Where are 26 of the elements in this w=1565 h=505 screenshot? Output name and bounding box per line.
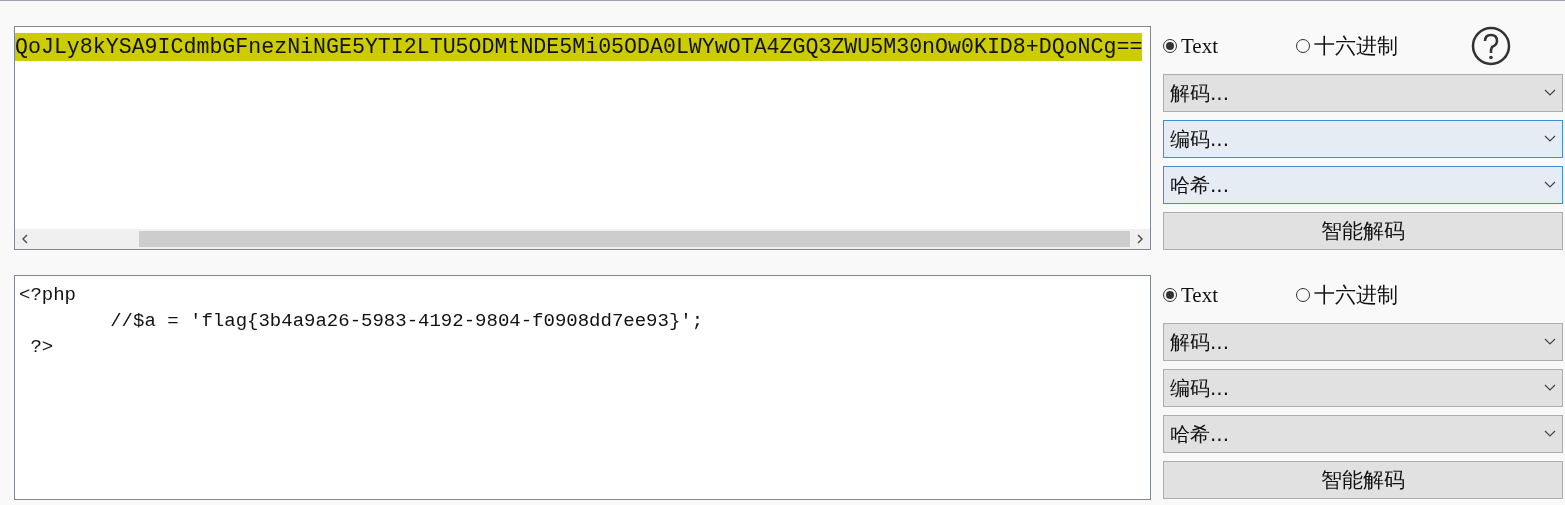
code-line: <?php	[18, 283, 76, 308]
radio-button[interactable]: 十六进制	[1296, 32, 1429, 60]
dropdown[interactable]: 解码...	[1163, 74, 1563, 112]
radio-button[interactable]: Text	[1163, 282, 1296, 308]
text-area[interactable]: QoJLy8kYSA9ICdmbGFnezNiNGE5YTI2LTU5ODMtNDE5Mi05ODA0LWYwOTA4ZGQ3ZWU5M30nOw0KID8+DQoNCg==	[14, 26, 1151, 250]
chevron-down-icon	[1544, 384, 1556, 392]
code-line: //$a = 'flag{3b4a9a26-5983-4192-9804-f0908dd7ee93}';	[109, 309, 704, 334]
smart-decode-button[interactable]: 智能解码	[1163, 461, 1563, 499]
chevron-down-icon	[1544, 135, 1556, 143]
dropdown[interactable]: 编码...	[1163, 369, 1563, 407]
code-line: ?>	[29, 335, 54, 360]
selected-text: QoJLy8kYSA9ICdmbGFnezNiNGE5YTI2LTU5ODMtNDE5Mi05ODA0LWYwOTA4ZGQ3ZWU5M30nOw0KID8+DQoNCg==	[15, 33, 1143, 61]
scrollbar-thumb[interactable]	[139, 231, 1130, 247]
smart-decode-button[interactable]: 智能解码	[1163, 212, 1563, 250]
dropdown[interactable]: 编码...	[1163, 120, 1563, 158]
chevron-down-icon	[1544, 430, 1556, 438]
dropdown[interactable]: 哈希...	[1163, 415, 1563, 453]
chevron-down-icon	[1544, 181, 1556, 189]
radio-button[interactable]: 十六进制	[1296, 281, 1429, 309]
chevron-down-icon	[1544, 89, 1556, 97]
dropdown[interactable]: 哈希...	[1163, 166, 1563, 204]
chevron-down-icon	[1544, 338, 1556, 346]
text-area[interactable]: <?php //$a = 'flag{3b4a9a26-5983-4192-9804-f0908dd7ee93}'; ?>	[14, 275, 1151, 500]
help-icon[interactable]	[1471, 26, 1511, 66]
radio-button[interactable]: Text	[1163, 33, 1296, 59]
dropdown[interactable]: 解码...	[1163, 323, 1563, 361]
